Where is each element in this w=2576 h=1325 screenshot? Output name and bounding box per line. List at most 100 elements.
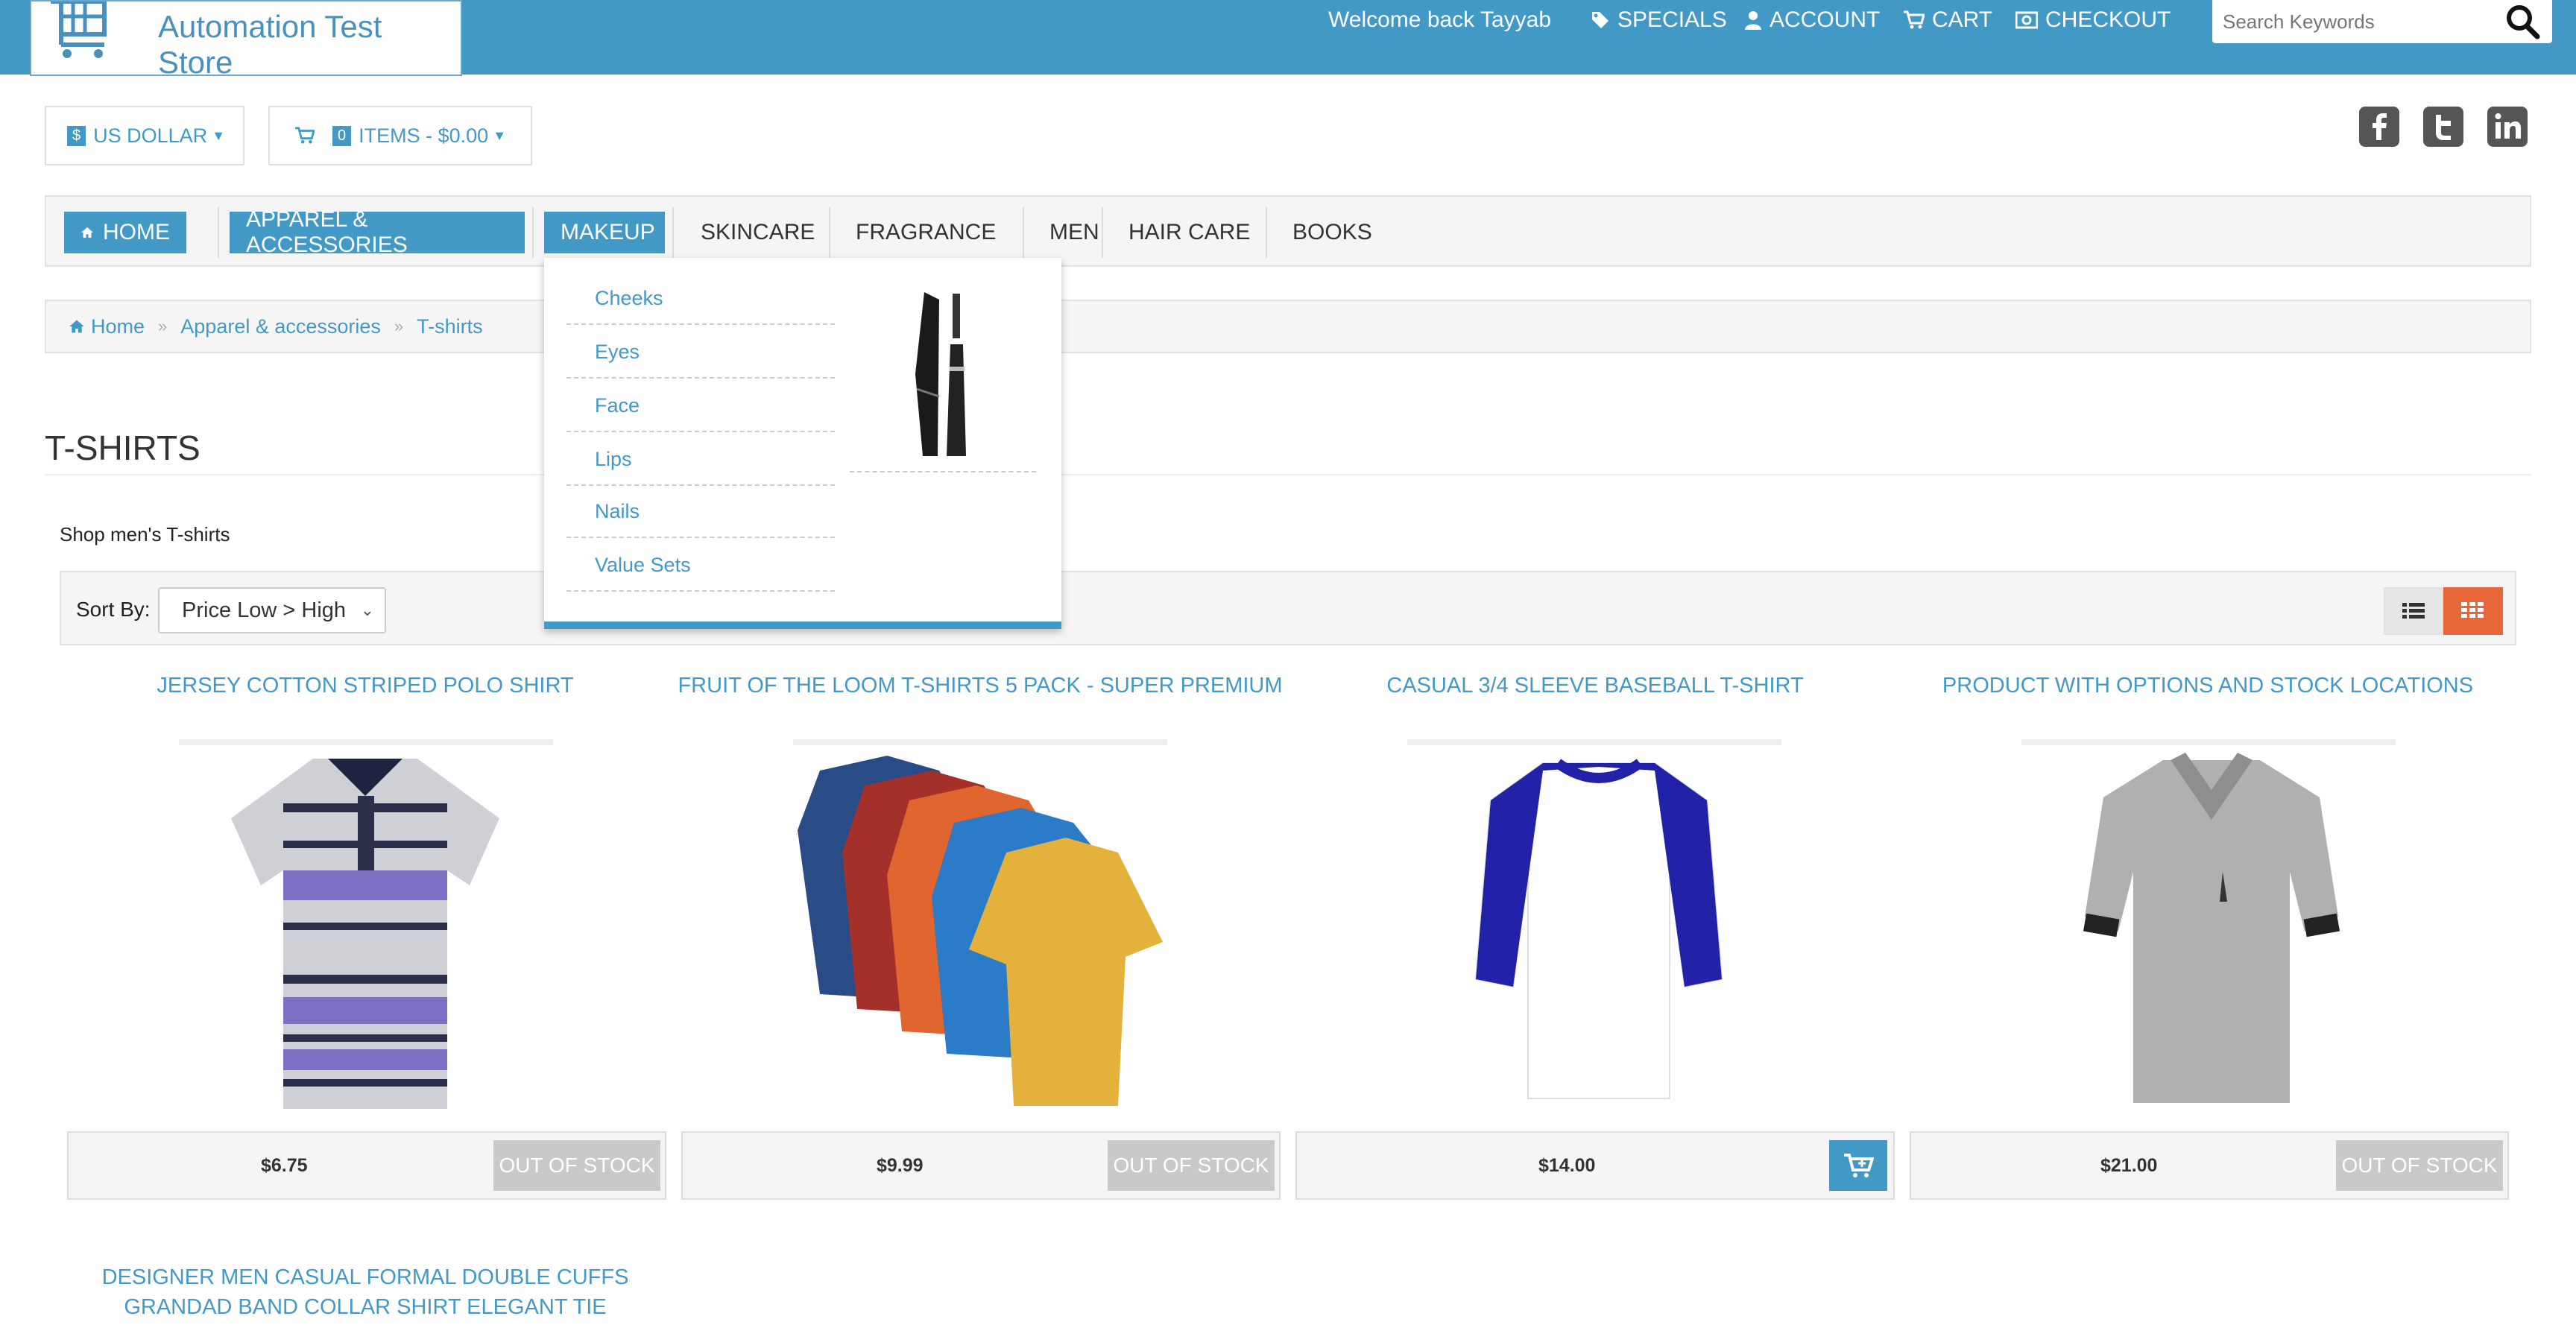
sort-select[interactable]: Price Low > High ⌄: [158, 587, 386, 633]
add-to-cart-button[interactable]: [1829, 1140, 1887, 1191]
chevron-down-icon: ▼: [212, 127, 226, 143]
out-of-stock-button[interactable]: OUT OF STOCK: [493, 1140, 660, 1191]
nav-books-label: BOOKS: [1292, 220, 1372, 244]
currency-dropdown[interactable]: $ US DOLLAR ▼: [45, 106, 244, 165]
chevron-right-icon: »: [394, 317, 404, 335]
grid-view-button[interactable]: [2443, 587, 2503, 635]
nav-divider: [1102, 207, 1103, 258]
product-card: DESIGNER MEN CASUAL FORMAL DOUBLE CUFFS …: [89, 1262, 641, 1322]
nav-account-label: ACCOUNT: [1770, 7, 1881, 32]
nav-men[interactable]: MEN: [1033, 212, 1111, 253]
chevron-down-icon: ▼: [493, 127, 507, 143]
product-image[interactable]: [2081, 753, 2342, 1110]
breadcrumb-apparel[interactable]: Apparel & accessories: [180, 315, 381, 338]
add-to-cart-icon: [1844, 1154, 1874, 1177]
product-price: $6.75: [261, 1155, 308, 1176]
nav-specials-label: SPECIALS: [1617, 7, 1727, 32]
nav-fragrance[interactable]: FRAGRANCE: [839, 212, 1018, 253]
product-footer: $14.00: [1295, 1131, 1895, 1200]
breadcrumb-tshirts[interactable]: T-shirts: [417, 315, 483, 338]
nav-skincare-label: SKINCARE: [701, 220, 815, 244]
product-divider: [1407, 739, 1781, 745]
breadcrumb: Home » Apparel & accessories » T-shirts: [45, 300, 2531, 353]
nav-apparel-accessories[interactable]: APPAREL & ACCESSORIES: [230, 207, 525, 257]
product-price: $21.00: [2100, 1155, 2158, 1176]
nav-home[interactable]: HOME: [64, 212, 186, 253]
sort-bar: Sort By: Price Low > High ⌄: [60, 571, 2516, 645]
product-title[interactable]: DESIGNER MEN CASUAL FORMAL DOUBLE CUFFS …: [89, 1262, 641, 1322]
linkedin-link[interactable]: [2487, 106, 2528, 148]
product-price: $14.00: [1538, 1155, 1596, 1176]
user-icon: [1745, 11, 1761, 30]
nav-skincare[interactable]: SKINCARE: [684, 212, 824, 253]
list-view-icon: [2402, 603, 2425, 619]
nav-haircare-label: HAIR CARE: [1128, 220, 1251, 244]
product-footer: $6.75 OUT OF STOCK: [67, 1131, 666, 1200]
product-image[interactable]: [790, 748, 1170, 1113]
nav-makeup[interactable]: MAKEUP: [544, 212, 665, 253]
nav-checkout[interactable]: CHECKOUT: [2015, 7, 2171, 33]
product-title[interactable]: JERSEY COTTON STRIPED POLO SHIRT: [67, 671, 663, 701]
product-title[interactable]: FRUIT OF THE LOOM T-SHIRTS 5 PACK - SUPE…: [671, 671, 1289, 701]
dropdown-item-cheeks[interactable]: Cheeks: [566, 273, 835, 325]
search-input[interactable]: [2221, 3, 2500, 40]
twitter-link[interactable]: [2422, 106, 2464, 148]
main-navigation: HOME APPAREL & ACCESSORIES MAKEUP SKINCA…: [45, 195, 2531, 267]
tag-icon: [1592, 12, 1609, 28]
product-card: PRODUCT WITH OPTIONS AND STOCK LOCATIONS: [1910, 671, 2506, 701]
product-image[interactable]: [1468, 756, 1729, 1106]
product-title[interactable]: PRODUCT WITH OPTIONS AND STOCK LOCATIONS: [1910, 671, 2506, 701]
sort-label: Sort By:: [76, 598, 151, 621]
dropdown-category-image[interactable]: [850, 285, 1036, 472]
product-divider: [179, 739, 553, 745]
facebook-link[interactable]: [2358, 106, 2400, 148]
nav-divider: [829, 207, 830, 258]
dropdown-item-face[interactable]: Face: [566, 380, 835, 432]
product-card: JERSEY COTTON STRIPED POLO SHIRT: [67, 671, 663, 701]
dropdown-item-lips[interactable]: Lips: [566, 434, 835, 486]
grid-view-icon: [2461, 602, 2484, 618]
nav-divider: [1266, 207, 1267, 258]
nav-cart[interactable]: CART: [1904, 7, 1992, 33]
nav-divider: [532, 207, 534, 258]
store-name: Automation Test Store: [158, 9, 382, 80]
cart-total-label: ITEMS - $0.00: [359, 124, 489, 147]
nav-hair-care[interactable]: HAIR CARE: [1112, 212, 1289, 253]
dropdown-item-nails[interactable]: Nails: [566, 486, 835, 538]
product-footer: $9.99 OUT OF STOCK: [681, 1131, 1281, 1200]
product-card: CASUAL 3/4 SLEEVE BASEBALL T-SHIRT: [1297, 671, 1893, 701]
dropdown-item-value-sets[interactable]: Value Sets: [566, 540, 835, 592]
product-price: $9.99: [877, 1155, 924, 1176]
welcome-message[interactable]: Welcome back Tayyab: [1328, 7, 1551, 33]
nav-cart-label: CART: [1932, 7, 1993, 32]
nav-divider: [218, 207, 219, 258]
cart-count-badge: 0: [332, 125, 352, 146]
nav-makeup-label: MAKEUP: [561, 220, 655, 244]
cart-summary-dropdown[interactable]: 0 ITEMS - $0.00 ▼: [268, 106, 532, 165]
nav-divider: [1023, 207, 1024, 258]
store-logo[interactable]: Automation Test Store: [30, 0, 462, 80]
nav-account[interactable]: ACCOUNT: [1744, 7, 1880, 33]
breadcrumb-home[interactable]: Home: [91, 315, 145, 338]
title-divider: [45, 474, 2531, 475]
dropdown-item-eyes[interactable]: Eyes: [566, 326, 835, 379]
home-icon: [81, 227, 93, 238]
nav-specials[interactable]: SPECIALS: [1591, 7, 1727, 33]
out-of-stock-button[interactable]: OUT OF STOCK: [1108, 1140, 1275, 1191]
nav-checkout-label: CHECKOUT: [2045, 7, 2171, 32]
list-view-button[interactable]: [2384, 587, 2443, 635]
chevron-right-icon: »: [158, 317, 168, 335]
nav-books[interactable]: BOOKS: [1276, 212, 1388, 253]
cart-icon: [295, 127, 315, 144]
currency-label: US DOLLAR: [93, 124, 208, 147]
search-button[interactable]: [2501, 1, 2545, 40]
product-image[interactable]: [224, 751, 507, 1116]
makeup-dropdown-menu: Cheeks Eyes Face Lips Nails Value Sets: [544, 258, 1061, 629]
product-title[interactable]: CASUAL 3/4 SLEEVE BASEBALL T-SHIRT: [1297, 671, 1893, 701]
nav-divider: [672, 207, 674, 258]
product-card: FRUIT OF THE LOOM T-SHIRTS 5 PACK - SUPE…: [671, 671, 1289, 701]
mascara-image: [915, 292, 966, 456]
out-of-stock-button[interactable]: OUT OF STOCK: [2336, 1140, 2503, 1191]
page-title: T-SHIRTS: [45, 429, 201, 467]
search-icon: [2507, 5, 2540, 39]
